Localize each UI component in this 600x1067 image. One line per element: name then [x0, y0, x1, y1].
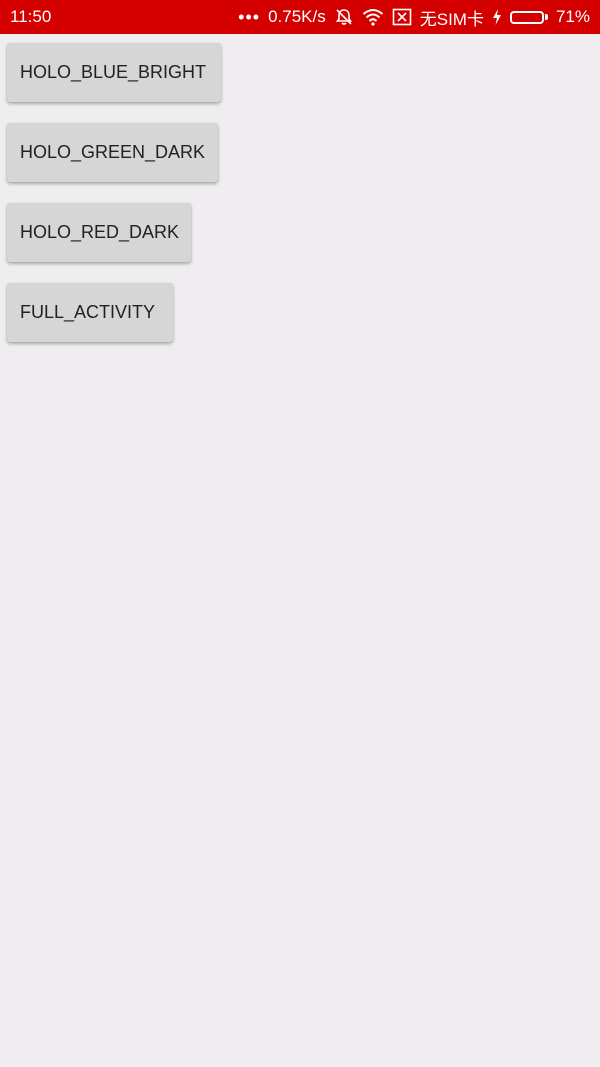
- holo-blue-bright-button[interactable]: HOLO_BLUE_BRIGHT: [7, 43, 221, 102]
- no-sim-icon: [392, 8, 412, 26]
- battery-icon: [509, 10, 548, 24]
- holo-red-dark-button[interactable]: HOLO_RED_DARK: [7, 203, 191, 262]
- main-content: HOLO_BLUE_BRIGHT HOLO_GREEN_DARK HOLO_RE…: [0, 34, 600, 1067]
- network-speed: 0.75K/s: [268, 7, 326, 26]
- status-time: 11:50: [10, 7, 52, 26]
- status-indicators: ••• 0.75K/s 无SIM卡 71%: [238, 5, 590, 30]
- wifi-icon: [362, 8, 384, 26]
- charging-icon: [492, 9, 502, 25]
- alarm-off-icon: [334, 7, 354, 27]
- more-dots-icon: •••: [238, 7, 261, 27]
- sim-status: 无SIM卡: [419, 9, 484, 29]
- full-activity-button[interactable]: FULL_ACTIVITY: [7, 283, 173, 342]
- battery-percent: 71%: [555, 7, 590, 26]
- status-bar: 11:50 ••• 0.75K/s 无SIM卡 71%: [0, 0, 600, 34]
- holo-green-dark-button[interactable]: HOLO_GREEN_DARK: [7, 123, 218, 182]
